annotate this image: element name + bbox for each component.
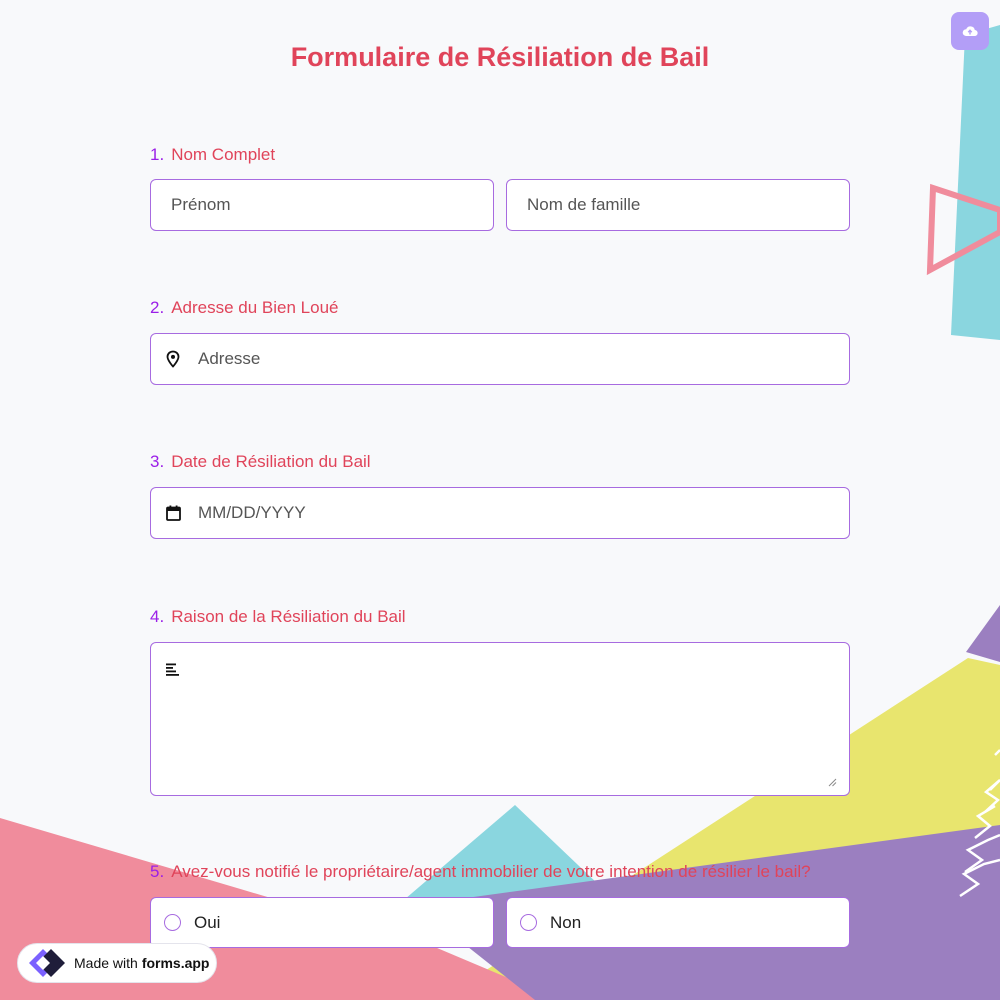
first-name-placeholder: Prénom — [171, 195, 231, 214]
question-2-label: 2. Adresse du Bien Loué — [150, 298, 338, 318]
forms-app-logo-icon — [27, 947, 67, 979]
form-page: Formulaire de Résiliation de Bail 1. Nom … — [0, 0, 1000, 1000]
radio-circle-icon — [520, 914, 537, 931]
reason-textarea[interactable] — [150, 642, 850, 796]
question-3-number: 3. — [150, 452, 165, 471]
question-5-label: 5. Avez-vous notifié le propriétaire/agen… — [150, 862, 811, 882]
location-pin-icon — [166, 350, 180, 368]
cloud-upload-icon — [962, 25, 978, 37]
text-lines-icon — [166, 663, 180, 676]
first-name-input[interactable]: Prénom — [150, 179, 494, 231]
question-1-label: 1. Nom Complet — [150, 145, 275, 165]
question-4-label: 4. Raison de la Résiliation du Bail — [150, 607, 406, 627]
made-with-text: Made with — [74, 955, 138, 971]
date-input[interactable]: MM/DD/YYYY — [150, 487, 850, 539]
question-4-number: 4. — [150, 607, 165, 626]
brand-name: forms.app — [141, 955, 210, 971]
question-4-text: Raison de la Résiliation du Bail — [171, 607, 406, 626]
question-5-text: Avez-vous notifié le propriétaire/agent … — [171, 862, 811, 881]
last-name-placeholder: Nom de famille — [527, 195, 641, 214]
question-3-text: Date de Résiliation du Bail — [171, 452, 371, 471]
calendar-icon — [166, 505, 181, 521]
question-1-text: Nom Complet — [171, 145, 276, 164]
question-2-text: Adresse du Bien Loué — [171, 298, 339, 317]
option-non-label: Non — [550, 912, 582, 932]
upload-button[interactable] — [951, 12, 989, 50]
option-oui-label: Oui — [194, 912, 221, 932]
question-3-label: 3. Date de Résiliation du Bail — [150, 452, 371, 472]
question-5-number: 5. — [150, 862, 165, 881]
resize-handle-icon[interactable] — [828, 778, 837, 787]
radio-circle-icon — [164, 914, 181, 931]
question-1-number: 1. — [150, 145, 165, 164]
made-with-badge[interactable]: Made with forms.app — [17, 943, 217, 983]
option-oui[interactable]: Oui — [150, 897, 494, 948]
last-name-input[interactable]: Nom de famille — [506, 179, 850, 231]
address-input[interactable]: Adresse — [150, 333, 850, 385]
question-2-number: 2. — [150, 298, 165, 317]
option-non[interactable]: Non — [506, 897, 850, 948]
form-title: Formulaire de Résiliation de Bail — [290, 42, 710, 72]
